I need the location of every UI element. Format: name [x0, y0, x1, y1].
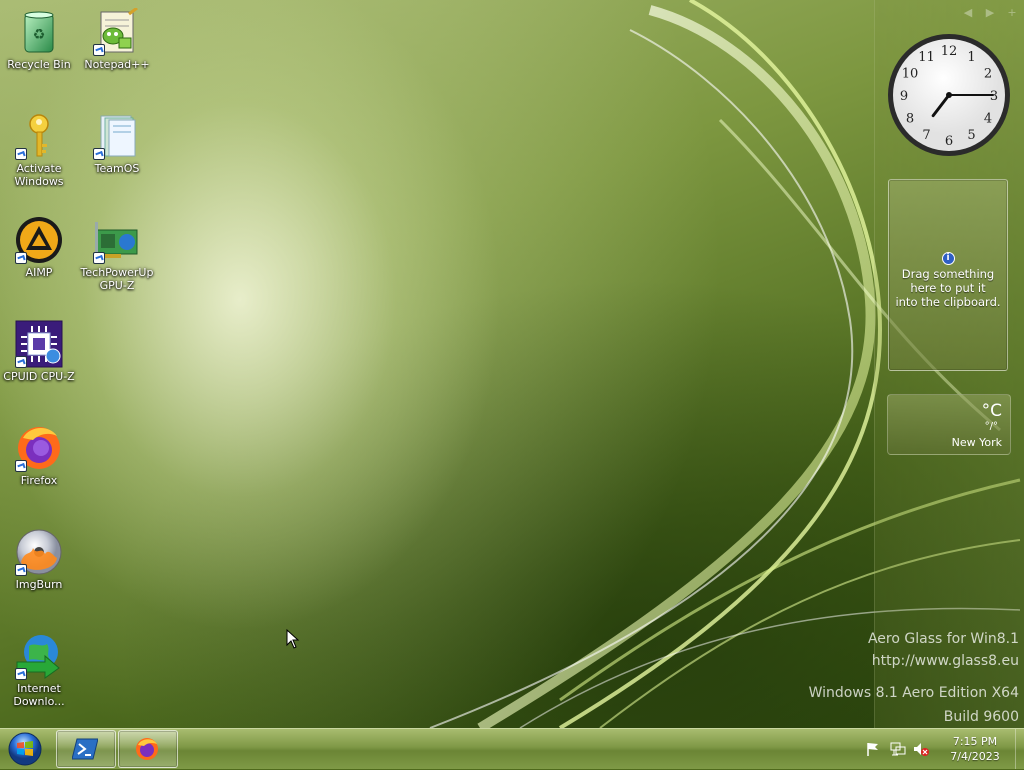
tray-time-text: 7:15 PM	[952, 735, 998, 748]
icon-label: Notepad++	[84, 58, 150, 71]
desktop-icon-teamos[interactable]: TeamOS	[78, 112, 156, 175]
shortcut-arrow-icon	[15, 564, 27, 576]
firefox-icon	[136, 738, 158, 760]
info-icon: i	[941, 252, 955, 265]
sidebar-prev-button[interactable]: ◀	[961, 6, 975, 19]
shortcut-arrow-icon	[15, 668, 27, 680]
clock-numeral: 9	[900, 89, 908, 104]
desktop: ◀ ▶ + ♻ Recycle Bin Notepad++ Activate W…	[0, 0, 1024, 728]
imgburn-icon	[15, 528, 63, 576]
start-button[interactable]	[6, 731, 44, 767]
icon-label: Activate Windows	[14, 162, 64, 188]
firefox-icon	[15, 424, 63, 472]
shortcut-arrow-icon	[93, 44, 105, 56]
taskbar: 7:15 PM 7/4/2023	[0, 728, 1024, 769]
aimp-icon	[15, 216, 63, 264]
watermark-line4: Build 9600	[943, 709, 1019, 725]
clock-numeral: 10	[902, 67, 919, 82]
icon-label: ImgBurn	[15, 578, 63, 591]
watermark-line1: Aero Glass for Win8.1	[867, 631, 1019, 647]
icon-label: TechPowerUp GPU-Z	[80, 266, 154, 292]
clock-numeral: 5	[967, 128, 975, 143]
shortcut-arrow-icon	[15, 460, 27, 472]
windows-orb-icon	[8, 732, 42, 766]
desktop-icon-aimp[interactable]: AIMP	[0, 216, 78, 279]
clock-numeral: 8	[906, 112, 914, 127]
folder-icon	[93, 112, 141, 160]
shortcut-arrow-icon	[15, 356, 27, 368]
icon-label: TeamOS	[94, 162, 140, 175]
mouse-cursor-icon	[286, 629, 300, 649]
shortcut-arrow-icon	[93, 252, 105, 264]
taskbar-button-powershell[interactable]	[56, 730, 116, 768]
icon-label: Internet Downlo...	[13, 682, 65, 708]
recycle-bin-icon: ♻	[15, 8, 63, 56]
clock-numeral: 4	[984, 112, 992, 127]
icon-label: Firefox	[20, 474, 58, 487]
clock-numeral: 3	[990, 89, 998, 104]
shortcut-arrow-icon	[15, 252, 27, 264]
shortcut-arrow-icon	[15, 148, 27, 160]
powershell-icon	[72, 738, 98, 760]
sidebar-nav: ◀ ▶ +	[961, 6, 1019, 19]
gpu-z-icon	[93, 216, 141, 264]
weather-range: °/°	[984, 421, 998, 432]
tray-clock[interactable]: 7:15 PM 7/4/2023	[935, 734, 1015, 764]
key-icon	[15, 112, 63, 160]
volume-button[interactable]	[913, 741, 929, 757]
clock-numeral: 11	[918, 50, 935, 65]
notepad-plus-plus-icon	[93, 6, 141, 56]
clipboard-gadget[interactable]: i Drag something here to put it into the…	[888, 179, 1008, 371]
internet-download-manager-icon	[15, 632, 63, 680]
desktop-icon-recycle-bin[interactable]: ♻ Recycle Bin	[0, 8, 78, 71]
tray-date-text: 7/4/2023	[950, 750, 1000, 763]
watermark-line2: http://www.glass8.eu	[871, 653, 1019, 669]
watermark-line3: Windows 8.1 Aero Edition X64	[808, 685, 1019, 701]
show-desktop-button[interactable]	[1015, 729, 1024, 769]
action-center-button[interactable]	[865, 741, 881, 757]
add-gadget-button[interactable]: +	[1005, 6, 1019, 19]
clock-numeral: 1	[967, 50, 975, 65]
desktop-icon-gpu-z[interactable]: TechPowerUp GPU-Z	[78, 216, 156, 292]
network-button[interactable]	[890, 741, 906, 757]
wallpaper-swirl	[429, 0, 1021, 728]
weather-gadget[interactable]: °C °/° New York	[887, 394, 1011, 455]
desktop-icon-internet-download-manager[interactable]: Internet Downlo...	[0, 632, 78, 708]
clock-numeral: 7	[922, 128, 930, 143]
sidebar-next-button[interactable]: ▶	[983, 6, 997, 19]
icon-label: AIMP	[25, 266, 53, 279]
icon-label: Recycle Bin	[7, 58, 71, 71]
desktop-icon-imgburn[interactable]: ImgBurn	[0, 528, 78, 591]
clock-numeral: 6	[945, 134, 953, 149]
cpu-z-icon	[15, 320, 63, 368]
clipboard-info: i Drag something here to put it into the…	[889, 250, 1007, 309]
volume-muted-icon	[914, 743, 929, 756]
flag-icon	[867, 743, 878, 756]
desktop-icon-firefox[interactable]: Firefox	[0, 424, 78, 487]
taskbar-button-firefox[interactable]	[118, 730, 178, 768]
weather-city: New York	[951, 436, 1002, 449]
shortcut-arrow-icon	[93, 148, 105, 160]
weather-temperature: °C	[981, 401, 1002, 421]
clock-numeral: 2	[984, 67, 992, 82]
desktop-icon-activate-windows[interactable]: Activate Windows	[0, 112, 78, 188]
icon-label: CPUID CPU-Z	[3, 370, 75, 383]
clock-gadget[interactable]: 1 2 3 4 5 6 7 8 9 10 11 12	[886, 32, 1012, 158]
desktop-icon-notepad-plus-plus[interactable]: Notepad++	[78, 6, 156, 71]
clock-numeral: 12	[941, 44, 958, 59]
clipboard-hint-text: Drag something here to put it into the c…	[895, 267, 1001, 309]
network-icon	[890, 742, 906, 756]
desktop-icon-cpu-z[interactable]: CPUID CPU-Z	[0, 320, 78, 383]
svg-text:♻: ♻	[33, 27, 46, 43]
